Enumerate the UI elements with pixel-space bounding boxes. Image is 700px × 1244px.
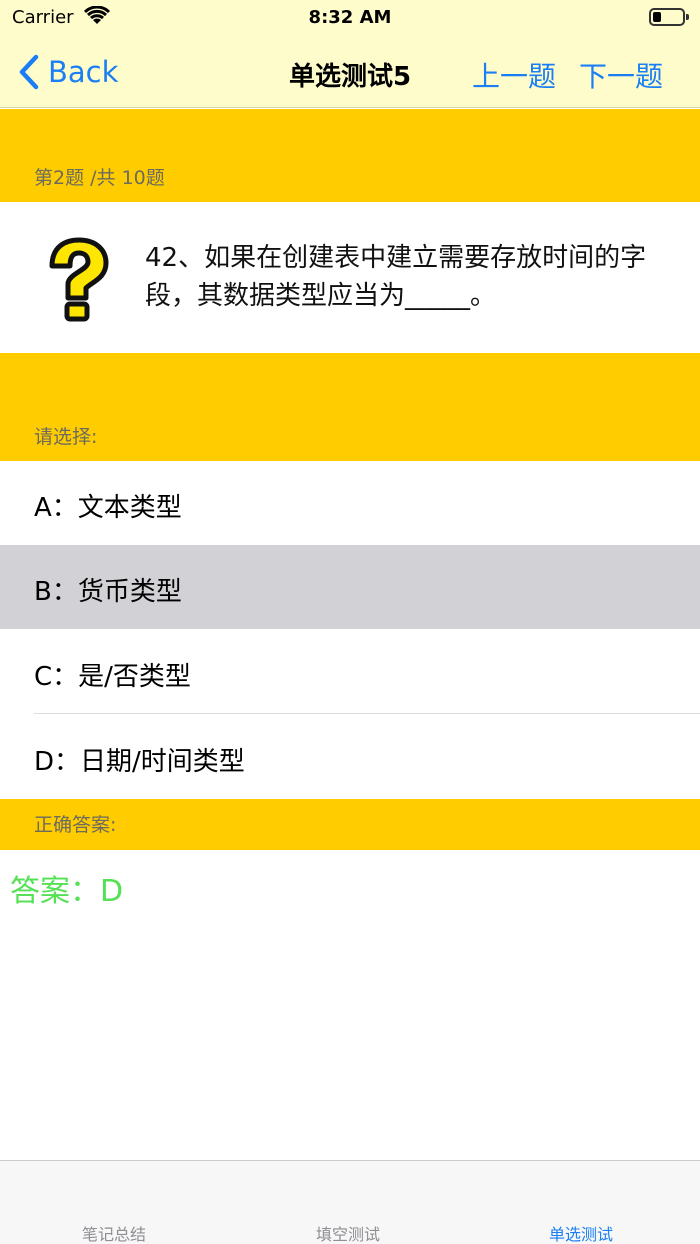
answer-header-label: 正确答案: xyxy=(34,814,117,836)
option-a-label: A：文本类型 xyxy=(34,493,182,523)
status-bar: Carrier 8:32 AM xyxy=(0,0,700,36)
options-header-label: 请选择: xyxy=(34,426,98,448)
navigation-bar: Back 单选测试5 上一题 下一题 xyxy=(0,36,700,108)
question-progress: 第2题 /共 10题 xyxy=(34,167,165,189)
question-mark-icon xyxy=(49,237,109,322)
option-d[interactable]: D：日期/时间类型 xyxy=(0,715,700,799)
option-c[interactable]: C：是/否类型 xyxy=(0,630,700,714)
question-progress-header: 第2题 /共 10题 xyxy=(0,109,700,202)
answer-header: 正确答案: xyxy=(0,799,700,850)
tab-notes-summary[interactable]: 笔记总结 xyxy=(82,1221,146,1244)
question-text: 42、如果在创建表中建立需要存放时间的字段，其数据类型应当为_____。 xyxy=(145,243,647,311)
clock: 8:32 AM xyxy=(308,7,392,28)
correct-answer: 答案：D xyxy=(10,874,124,909)
tab-bar: 笔记总结 填空测试 单选测试 xyxy=(0,1160,700,1244)
previous-question-button[interactable]: 上一题 xyxy=(472,55,556,95)
option-b-label: B：货币类型 xyxy=(34,577,182,607)
tab-fill-in-test[interactable]: 填空测试 xyxy=(316,1221,380,1244)
divider xyxy=(34,713,700,714)
option-d-label: D：日期/时间类型 xyxy=(34,747,245,777)
tab-single-choice-test[interactable]: 单选测试 xyxy=(549,1221,613,1244)
next-question-button[interactable]: 下一题 xyxy=(579,55,663,95)
question-card: 42、如果在创建表中建立需要存放时间的字段，其数据类型应当为_____。 xyxy=(0,202,700,353)
option-b[interactable]: B：货币类型 xyxy=(0,545,700,629)
option-a[interactable]: A：文本类型 xyxy=(0,461,700,545)
options-header: 请选择: xyxy=(0,353,700,461)
battery-tip xyxy=(686,14,689,20)
option-c-label: C：是/否类型 xyxy=(34,662,191,692)
battery-icon xyxy=(649,8,685,26)
